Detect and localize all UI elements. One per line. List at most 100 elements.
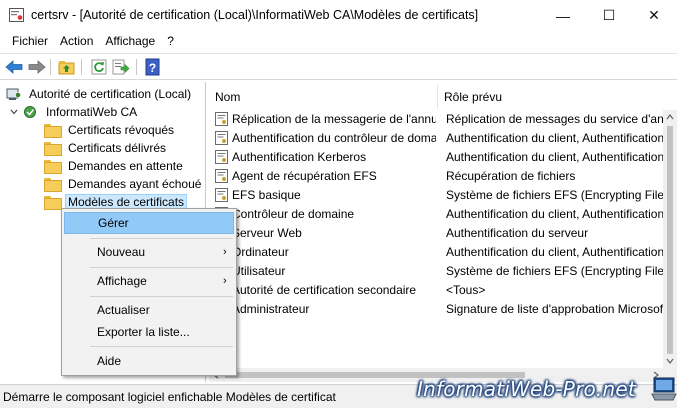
tree-folder-label: Certificats révoqués: [68, 123, 175, 137]
context-item-view[interactable]: Affichage ›: [64, 270, 234, 292]
menu-separator: [90, 267, 233, 268]
template-name-cell: Autorité de certification secondaire: [232, 282, 417, 297]
certificate-authority-icon: [6, 88, 21, 100]
certificate-template-icon: [215, 111, 228, 126]
intended-role-cell: Authentification du client, Authentifica…: [446, 206, 666, 221]
intended-role-cell: Authentification du client, Authentifica…: [446, 130, 666, 145]
back-button[interactable]: [4, 58, 24, 76]
table-row[interactable]: Contrôleur de domaine Authentification du…: [209, 204, 677, 223]
results-list: Nom Rôle prévu Réplication de la message…: [209, 82, 677, 382]
template-name-cell: EFS basique: [232, 187, 301, 202]
help-icon: ?: [145, 58, 160, 76]
column-header-name[interactable]: Nom: [209, 85, 438, 109]
intended-role-cell: Authentification du client, Authentifica…: [446, 149, 666, 164]
table-row[interactable]: Ordinateur Authentification du client, Au…: [209, 242, 677, 261]
intended-role-cell: Signature de liste d'approbation Microso…: [446, 301, 666, 316]
menu-fichier[interactable]: Fichier: [7, 31, 55, 52]
table-row[interactable]: Utilisateur Système de fichiers EFS (Encr…: [209, 261, 677, 280]
tree-item-revoked[interactable]: Certificats révoqués: [44, 121, 177, 139]
minimize-button[interactable]: —: [540, 0, 586, 31]
column-header-role[interactable]: Rôle prévu: [438, 85, 677, 109]
ca-server-icon: [24, 106, 36, 118]
folder-icon: [44, 196, 62, 210]
intended-role-cell: Authentification du client, Authentifica…: [446, 244, 666, 259]
tree-root[interactable]: Autorité de certification (Local): [6, 85, 194, 103]
context-item-label: Exporter la liste...: [97, 325, 190, 339]
template-name-cell: Utilisateur: [232, 263, 286, 278]
template-name-cell: Administrateur: [232, 301, 310, 316]
tree-item-ca[interactable]: InformatiWeb CA: [9, 103, 140, 121]
tree-ca-label: InformatiWeb CA: [46, 105, 138, 119]
tree-item-failed[interactable]: Demandes ayant échoué: [44, 175, 204, 193]
table-row[interactable]: EFS basique Système de fichiers EFS (Encr…: [209, 185, 677, 204]
template-name-cell: Ordinateur: [232, 244, 289, 259]
tree-item-issued[interactable]: Certificats délivrés: [44, 139, 169, 157]
table-row[interactable]: Administrateur Signature de liste d'appro…: [209, 299, 677, 318]
template-name-cell: Réplication de la messagerie de l'annuai…: [232, 111, 436, 126]
chevron-down-icon[interactable]: [9, 107, 19, 117]
context-item-refresh[interactable]: Actualiser: [64, 299, 234, 321]
folder-icon: [44, 178, 62, 192]
menu-help[interactable]: ?: [162, 31, 181, 52]
context-item-label: Affichage: [97, 274, 147, 288]
window-title: certsrv - [Autorité de certification (Lo…: [31, 8, 479, 22]
title-bar: certsrv - [Autorité de certification (Lo…: [0, 0, 677, 31]
forward-button[interactable]: [27, 58, 47, 76]
intended-role-cell: Authentification du serveur: [446, 225, 589, 240]
intended-role-cell: Récupération de fichiers: [446, 168, 576, 183]
certificate-template-icon: [215, 168, 228, 183]
template-name-cell: Authentification Kerberos: [232, 149, 367, 164]
template-name-cell: Agent de récupération EFS: [232, 168, 377, 183]
export-list-icon: [112, 59, 130, 75]
status-text: Démarre le composant logiciel enfichable…: [3, 390, 336, 404]
table-row[interactable]: Autorité de certification secondaire <Tou…: [209, 280, 677, 299]
forward-arrow-icon: [28, 60, 46, 74]
refresh-icon: [91, 59, 107, 75]
close-button[interactable]: ✕: [631, 0, 677, 31]
folder-icon: [44, 160, 62, 174]
intended-role-cell: <Tous>: [446, 282, 486, 297]
submenu-arrow-icon: ›: [223, 275, 227, 287]
svg-text:?: ?: [149, 61, 156, 75]
context-item-label: Actualiser: [97, 303, 150, 317]
context-menu: Gérer Nouveau › Affichage › Actualiser E…: [61, 208, 237, 376]
tree-folder-label: Certificats délivrés: [68, 141, 167, 155]
tree-root-label: Autorité de certification (Local): [29, 87, 192, 101]
vertical-scrollbar[interactable]: [663, 110, 677, 368]
context-item-label: Aide: [97, 354, 122, 368]
context-item-label: Gérer: [98, 216, 129, 230]
submenu-arrow-icon: ›: [223, 246, 227, 258]
toolbar-separator: [81, 59, 82, 75]
table-row[interactable]: Authentification du contrôleur de domain…: [209, 128, 677, 147]
menu-separator: [90, 238, 233, 239]
context-item-label: Nouveau: [97, 245, 146, 259]
context-item-export-list[interactable]: Exporter la liste...: [64, 321, 234, 343]
export-list-button[interactable]: [111, 58, 131, 76]
refresh-button[interactable]: [89, 58, 109, 76]
menu-action[interactable]: Action: [55, 31, 100, 52]
context-item-manage[interactable]: Gérer: [64, 212, 234, 234]
tree-folder-label: Demandes en attente: [68, 159, 183, 173]
context-item-new[interactable]: Nouveau ›: [64, 241, 234, 263]
up-level-button[interactable]: [57, 58, 77, 76]
menu-separator: [90, 346, 233, 347]
table-row[interactable]: Réplication de la messagerie de l'annuai…: [209, 109, 677, 128]
maximize-button[interactable]: ☐: [586, 0, 632, 31]
intended-role-cell: Système de fichiers EFS (Encrypting File…: [446, 187, 666, 202]
toolbar-separator: [136, 59, 137, 75]
certificate-template-icon: [215, 130, 228, 145]
tree-item-pending[interactable]: Demandes en attente: [44, 157, 186, 175]
folder-icon: [44, 142, 62, 156]
help-button[interactable]: ?: [143, 58, 163, 76]
toolbar-separator: [50, 59, 51, 75]
template-name-cell: Contrôleur de domaine: [232, 206, 355, 221]
folder-icon: [44, 124, 62, 138]
table-row[interactable]: Authentification Kerberos Authentificatio…: [209, 147, 677, 166]
menu-affichage[interactable]: Affichage: [100, 31, 162, 52]
table-row[interactable]: Serveur Web Authentification du serveur: [209, 223, 677, 242]
context-item-help[interactable]: Aide: [64, 350, 234, 372]
table-row[interactable]: Agent de récupération EFS Récupération de…: [209, 166, 677, 185]
certificate-template-icon: [215, 149, 228, 164]
intended-role-cell: Système de fichiers EFS (Encrypting File…: [446, 263, 666, 278]
watermark-text: InformatiWeb-Pro.net: [417, 377, 636, 401]
